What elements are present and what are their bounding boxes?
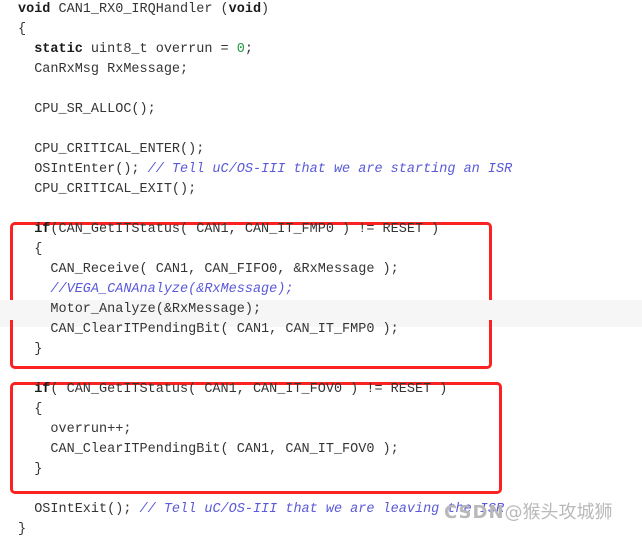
code-text: ( CAN_GetITStatus( CAN1, CAN_IT_FOV0 ) !… bbox=[50, 382, 448, 397]
code-number: 0 bbox=[236, 42, 245, 57]
code-line: { bbox=[0, 400, 642, 420]
code-keyword: if bbox=[34, 382, 51, 397]
code-comment: // Tell uC/OS-III that we are starting a… bbox=[147, 162, 513, 177]
code-line: CanRxMsg RxMessage; bbox=[0, 60, 642, 80]
code-line: CAN_ClearITPendingBit( CAN1, CAN_IT_FOV0… bbox=[0, 440, 642, 460]
code-text: } bbox=[34, 462, 43, 477]
code-text: CAN_ClearITPendingBit( CAN1, CAN_IT_FMP0… bbox=[50, 322, 399, 337]
code-line: CAN_ClearITPendingBit( CAN1, CAN_IT_FMP0… bbox=[0, 320, 642, 340]
code-keyword: if bbox=[34, 222, 51, 237]
code-line: { bbox=[0, 20, 642, 40]
code-text: { bbox=[34, 402, 43, 417]
code-text: ) bbox=[261, 2, 270, 17]
code-text: { bbox=[18, 22, 27, 37]
code-text: } bbox=[34, 342, 43, 357]
code-text: Motor_Analyze(&RxMessage); bbox=[50, 302, 262, 317]
code-keyword: static bbox=[34, 42, 83, 57]
watermark-brand: CSDN bbox=[444, 502, 505, 523]
csdn-watermark: CSDN@猴头攻城狮 bbox=[444, 503, 613, 523]
code-text: } bbox=[18, 522, 27, 537]
code-text: CPU_SR_ALLOC(); bbox=[34, 102, 156, 117]
code-text: CanRxMsg RxMessage; bbox=[34, 62, 189, 77]
code-text: CAN_Receive( CAN1, CAN_FIFO0, &RxMessage… bbox=[50, 262, 399, 277]
watermark-author: 猴头攻城狮 bbox=[522, 502, 613, 523]
code-line: CPU_SR_ALLOC(); bbox=[0, 100, 642, 120]
code-text: CPU_CRITICAL_EXIT(); bbox=[34, 182, 197, 197]
code-text: ; bbox=[244, 42, 253, 57]
code-text: OSIntEnter(); bbox=[34, 162, 148, 177]
code-text: CAN_ClearITPendingBit( CAN1, CAN_IT_FOV0… bbox=[50, 442, 399, 457]
code-line: if(CAN_GetITStatus( CAN1, CAN_IT_FMP0 ) … bbox=[0, 220, 642, 240]
code-line: static uint8_t overrun = 0; bbox=[0, 40, 642, 60]
code-line: CPU_CRITICAL_ENTER(); bbox=[0, 140, 642, 160]
code-text: uint8_t overrun = bbox=[82, 42, 237, 57]
code-viewer[interactable]: void CAN1_RX0_IRQHandler (void) { static … bbox=[0, 0, 642, 537]
code-comment: //VEGA_CANAnalyze(&RxMessage); bbox=[50, 282, 294, 297]
code-keyword: void bbox=[18, 2, 51, 17]
code-keyword: void bbox=[228, 2, 262, 17]
code-line: //VEGA_CANAnalyze(&RxMessage); bbox=[0, 280, 642, 300]
watermark-separator: @ bbox=[504, 502, 523, 523]
code-line: void CAN1_RX0_IRQHandler (void) bbox=[0, 0, 642, 20]
code-text: CPU_CRITICAL_ENTER(); bbox=[34, 142, 205, 157]
code-line: { bbox=[0, 240, 642, 260]
code-text: CAN1_RX0_IRQHandler ( bbox=[50, 2, 229, 17]
code-text: OSIntExit(); bbox=[34, 502, 140, 517]
code-line: if( CAN_GetITStatus( CAN1, CAN_IT_FOV0 )… bbox=[0, 380, 642, 400]
code-text: { bbox=[34, 242, 43, 257]
code-line: OSIntEnter(); // Tell uC/OS-III that we … bbox=[0, 160, 642, 180]
code-line: CAN_Receive( CAN1, CAN_FIFO0, &RxMessage… bbox=[0, 260, 642, 280]
code-line: } bbox=[0, 460, 642, 480]
code-line: Motor_Analyze(&RxMessage); bbox=[0, 300, 642, 320]
code-line: } bbox=[0, 340, 642, 360]
code-line: } bbox=[0, 520, 642, 540]
code-line: overrun++; bbox=[0, 420, 642, 440]
code-text: (CAN_GetITStatus( CAN1, CAN_IT_FMP0 ) !=… bbox=[50, 222, 440, 237]
code-lines: void CAN1_RX0_IRQHandler (void) { static … bbox=[0, 0, 642, 540]
code-text: overrun++; bbox=[50, 422, 132, 437]
code-line: CPU_CRITICAL_EXIT(); bbox=[0, 180, 642, 200]
